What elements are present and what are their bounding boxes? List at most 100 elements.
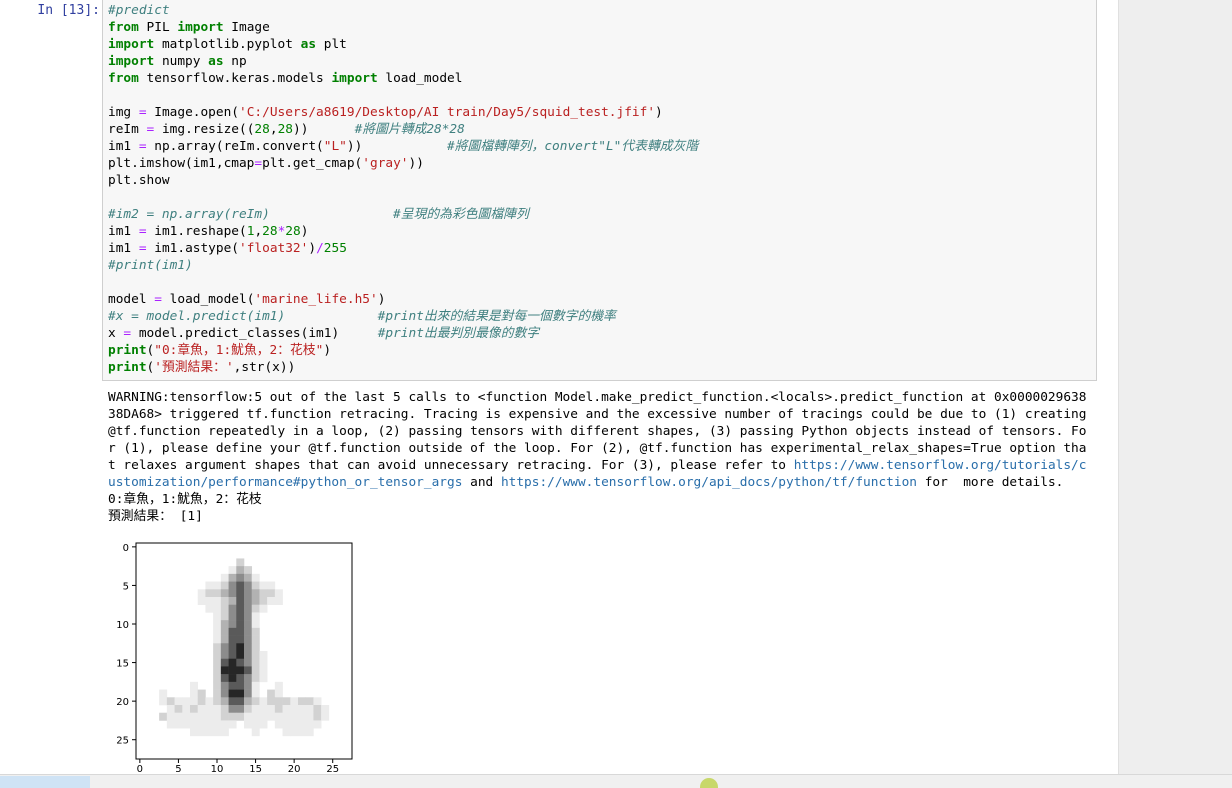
code-editor[interactable]: #predict from PIL import Image import matp… <box>108 2 698 376</box>
x-axis: 0 5 10 15 20 25 <box>137 759 339 775</box>
image-pixel <box>205 589 214 598</box>
image-pixel <box>244 612 253 621</box>
image-pixel <box>159 712 168 721</box>
image-pixel <box>236 635 245 644</box>
image-pixel <box>213 651 222 660</box>
image-pixel <box>205 597 214 606</box>
image-pixel <box>220 627 229 636</box>
image-pixel <box>213 635 222 644</box>
image-pixel <box>305 712 314 721</box>
image-pixel <box>290 728 299 737</box>
cell-prompt: In [13]: <box>37 3 100 18</box>
image-pixels <box>159 558 330 737</box>
code-token: ) <box>323 343 332 358</box>
image-pixel <box>190 712 199 721</box>
taskbar-start-area[interactable] <box>0 776 90 788</box>
image-pixel <box>236 627 245 636</box>
code-token: import <box>331 71 378 86</box>
code-token: as <box>300 37 317 52</box>
image-pixel <box>244 604 253 613</box>
code-token: 'C:/Users/a8619/Desktop/AI train/Day5/sq… <box>239 105 656 120</box>
image-pixel <box>244 597 253 606</box>
image-pixel <box>190 697 199 706</box>
code-token: from <box>108 71 139 86</box>
image-pixel <box>166 705 175 714</box>
image-pixel <box>236 581 245 590</box>
image-pixel <box>213 697 222 706</box>
image-pixel <box>267 589 276 598</box>
image-pixel <box>197 728 206 737</box>
code-token: , <box>254 224 263 239</box>
image-pixel <box>213 666 222 675</box>
code-token: np.array(reIm.convert( <box>146 139 324 154</box>
code-token: im1 <box>108 241 139 256</box>
code-token: = <box>138 139 147 154</box>
code-token: = <box>154 292 162 307</box>
image-pixel <box>228 689 237 698</box>
right-scroll-area <box>1118 0 1232 787</box>
cell-output: WARNING:tensorflow:5 out of the last 5 c… <box>108 389 1088 525</box>
image-pixel <box>213 712 222 721</box>
code-token: = <box>138 224 147 239</box>
image-pixel <box>244 651 253 660</box>
image-pixel <box>251 689 260 698</box>
output-link[interactable]: https://www.tensorflow.org/api_docs/pyth… <box>501 475 917 490</box>
code-token: #print出最判別最像的數字 <box>377 326 540 341</box>
output-line: t relaxes argument shapes that can avoid… <box>108 457 1088 474</box>
image-pixel <box>259 581 268 590</box>
output-link[interactable]: ustomization/performance#python_or_tenso… <box>108 475 462 490</box>
image-pixel <box>220 581 229 590</box>
code-token: = <box>254 156 263 171</box>
image-pixel <box>220 658 229 667</box>
image-pixel <box>259 720 268 729</box>
image-pixel <box>298 705 307 714</box>
image-pixel <box>244 681 253 690</box>
image-pixel <box>274 697 283 706</box>
image-pixel <box>213 589 222 598</box>
code-line: plt.show <box>108 172 698 189</box>
code-line: import matplotlib.pyplot as plt <box>108 36 698 53</box>
code-token: plt.imshow(im1,cmap <box>108 156 255 171</box>
image-pixel <box>244 573 253 582</box>
code-token: #將圖片轉成28*28 <box>354 122 465 137</box>
image-pixel <box>274 689 283 698</box>
image-pixel <box>197 597 206 606</box>
image-pixel <box>236 643 245 652</box>
image-pixel <box>236 597 245 606</box>
image-pixel <box>267 581 276 590</box>
image-pixel <box>197 705 206 714</box>
image-pixel <box>213 620 222 629</box>
image-pixel <box>244 674 253 683</box>
image-pixel <box>236 612 245 621</box>
image-pixel <box>259 651 268 660</box>
code-token: and <box>462 475 501 490</box>
image-pixel <box>244 635 253 644</box>
image-pixel <box>228 581 237 590</box>
image-pixel <box>274 681 283 690</box>
code-token: "L" <box>323 139 347 154</box>
code-token: for more details. <box>916 475 1064 490</box>
code-token: = <box>138 105 147 120</box>
image-pixel <box>259 604 268 613</box>
image-pixel <box>213 627 222 636</box>
code-line: #im2 = np.array(reIm) #呈現的為彩色圖檔陣列 <box>108 206 698 223</box>
taskbar <box>0 774 1232 788</box>
code-line: print("0:章魚，1:魷魚，2：花枝") <box>108 342 698 359</box>
code-line: from PIL import Image <box>108 19 698 36</box>
image-pixel <box>236 674 245 683</box>
code-token: tensorflow.keras.models <box>138 71 332 86</box>
image-pixel <box>290 712 299 721</box>
image-pixel <box>313 712 322 721</box>
image-pixel <box>228 712 237 721</box>
image-pixel <box>313 697 322 706</box>
image-pixel <box>259 589 268 598</box>
output-link[interactable]: https://www.tensorflow.org/tutorials/c <box>794 458 1087 473</box>
code-line: #predict <box>108 2 698 19</box>
image-pixel <box>259 705 268 714</box>
code-line: model = load_model('marine_life.h5') <box>108 291 698 308</box>
image-pixel <box>190 689 199 698</box>
image-pixel <box>267 705 276 714</box>
image-pixel <box>213 674 222 683</box>
